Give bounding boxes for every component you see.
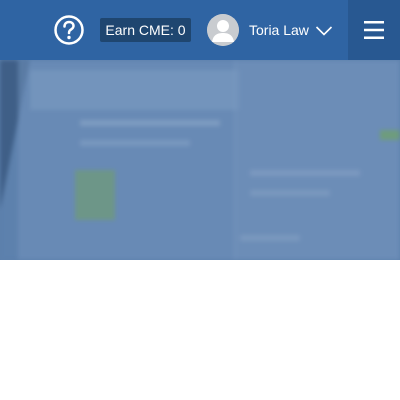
earn-cme-label: Earn CME: 0 <box>105 22 186 38</box>
user-avatar-icon <box>207 14 239 46</box>
main-menu-button[interactable] <box>348 0 400 60</box>
top-navigation-bar: Earn CME: 0 Toria Law <box>0 0 400 60</box>
user-dropdown-toggle[interactable] <box>315 24 333 36</box>
question-circle-icon <box>54 15 84 45</box>
earn-cme-button[interactable]: Earn CME: 0 <box>100 18 191 42</box>
blurred-dashboard-background <box>0 60 400 260</box>
help-button[interactable] <box>53 14 85 46</box>
hero-banner-image <box>0 60 400 260</box>
hamburger-menu-icon <box>364 21 384 39</box>
user-name[interactable]: Toria Law <box>249 21 309 39</box>
chevron-down-icon <box>315 26 333 36</box>
user-avatar[interactable] <box>207 14 239 46</box>
